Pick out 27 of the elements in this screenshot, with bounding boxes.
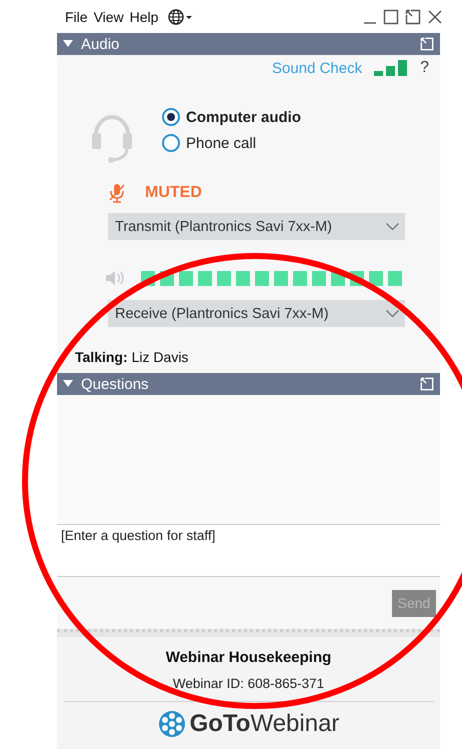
- webinar-title: Webinar Housekeeping: [166, 649, 332, 666]
- microphone-dropdown[interactable]: Transmit (Plantronics Savi 7xx-M): [108, 213, 405, 240]
- snowflake-logo-icon: [158, 710, 186, 738]
- question-field[interactable]: [Enter a question for staff]: [57, 525, 440, 577]
- talking-label: Talking:: [75, 349, 128, 365]
- radio-option[interactable]: Phone call: [162, 134, 301, 152]
- chevron-icon: [386, 310, 399, 317]
- popout-icon[interactable]: [405, 8, 421, 24]
- chevron-icon: [386, 223, 399, 230]
- speaker-dropdown[interactable]: Receive (Plantronics Savi 7xx-M): [108, 300, 405, 327]
- product-logo: GoToWebinar: [190, 710, 340, 738]
- menu-item[interactable]: File: [65, 8, 88, 24]
- close-icon[interactable]: [427, 8, 443, 24]
- webinar-id: Webinar ID: 608-865-371: [172, 676, 324, 691]
- section-header[interactable]: Audio: [57, 33, 440, 55]
- signal-icon: [374, 60, 408, 76]
- radio-option[interactable]: Computer audio: [162, 108, 301, 126]
- help-button[interactable]: ?: [420, 59, 429, 77]
- menu-item[interactable]: View: [94, 8, 124, 24]
- section-header[interactable]: Questions: [57, 373, 440, 395]
- maximize-icon[interactable]: [383, 8, 399, 24]
- globe-icon[interactable]: [168, 8, 194, 24]
- panel-splitter[interactable]: [57, 629, 440, 637]
- mute-status: MUTED: [145, 184, 202, 202]
- muted-microphone-icon[interactable]: [109, 183, 125, 203]
- talking-name: Liz Davis: [132, 349, 188, 365]
- menu-item[interactable]: Help: [130, 8, 158, 24]
